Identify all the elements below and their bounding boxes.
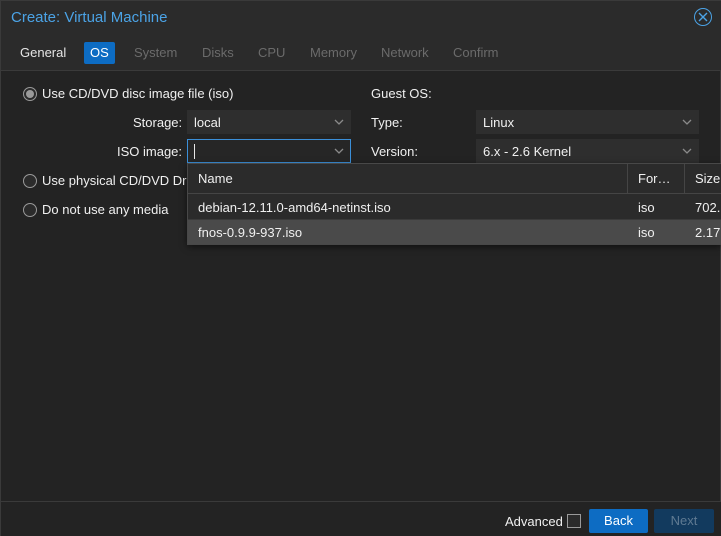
iso-media-radio[interactable] xyxy=(23,86,37,101)
tab-disks: Disks xyxy=(202,45,234,60)
tab-system: System xyxy=(134,45,178,60)
no-media-option[interactable]: Do not use any media xyxy=(23,202,168,217)
title-bar[interactable]: Create: Virtual Machine xyxy=(1,1,721,33)
iso-list-row-selected[interactable]: fnos-0.9.9-937.iso iso 2.17 xyxy=(188,220,721,244)
no-media-label: Do not use any media xyxy=(42,202,169,217)
physical-drive-option[interactable]: Use physical CD/DVD Dr xyxy=(23,173,186,188)
tab-network: Network xyxy=(381,45,429,60)
iso-image-select[interactable] xyxy=(187,139,351,163)
os-type-value: Linux xyxy=(483,115,515,130)
dialog-title: Create: Virtual Machine xyxy=(11,9,168,26)
column-header-size[interactable]: Size xyxy=(685,164,721,194)
os-version-value: 6.x - 2.6 Kernel xyxy=(483,144,572,159)
column-header-name[interactable]: Name xyxy=(188,164,628,194)
guest-os-heading: Guest OS: xyxy=(371,86,432,101)
iso-format: iso xyxy=(638,200,655,215)
os-type-select[interactable]: Linux xyxy=(476,110,699,134)
os-version-select[interactable]: 6.x - 2.6 Kernel xyxy=(476,139,699,163)
iso-size: 702. xyxy=(695,200,721,215)
next-button: Next xyxy=(654,509,714,533)
back-button[interactable]: Back xyxy=(589,509,648,533)
text-caret xyxy=(194,144,195,159)
iso-list-header: Name For… Size xyxy=(188,164,721,194)
os-version-label: Version: xyxy=(371,144,418,159)
iso-image-label: ISO image: xyxy=(117,144,183,159)
tab-memory: Memory xyxy=(310,45,357,60)
chevron-down-icon[interactable] xyxy=(682,118,692,126)
iso-media-label: Use CD/DVD disc image file (iso) xyxy=(42,86,234,101)
tab-general[interactable]: General xyxy=(14,42,72,64)
tab-cpu: CPU xyxy=(258,45,286,60)
storage-label: Storage: xyxy=(133,115,183,130)
chevron-down-icon[interactable] xyxy=(334,118,344,126)
advanced-label: Advanced xyxy=(505,514,563,529)
dialog-footer: Advanced Back Next xyxy=(1,501,721,536)
storage-value: local xyxy=(194,115,221,130)
storage-select[interactable]: local xyxy=(187,110,351,134)
tab-os[interactable]: OS xyxy=(84,42,115,64)
iso-dropdown-list[interactable]: Name For… Size debian-12.11.0-amd64-neti… xyxy=(187,163,721,245)
iso-media-option[interactable]: Use CD/DVD disc image file (iso) xyxy=(23,86,233,101)
iso-format: iso xyxy=(638,225,655,240)
close-icon[interactable] xyxy=(694,8,712,26)
iso-size: 2.17 xyxy=(695,225,721,240)
os-type-label: Type: xyxy=(371,115,403,130)
tab-confirm: Confirm xyxy=(453,45,499,60)
iso-name: debian-12.11.0-amd64-netinst.iso xyxy=(198,200,391,215)
chevron-down-icon[interactable] xyxy=(682,147,692,155)
no-media-radio[interactable] xyxy=(23,202,37,217)
advanced-checkbox[interactable] xyxy=(567,514,581,528)
wizard-tabs: General OS System Disks CPU Memory Netwo… xyxy=(1,33,721,71)
create-vm-dialog: Create: Virtual Machine General OS Syste… xyxy=(0,0,721,536)
iso-list-row[interactable]: debian-12.11.0-amd64-netinst.iso iso 702… xyxy=(188,195,721,220)
iso-name: fnos-0.9.9-937.iso xyxy=(198,225,303,240)
chevron-down-icon[interactable] xyxy=(334,147,344,155)
physical-drive-radio[interactable] xyxy=(23,173,37,188)
column-header-format[interactable]: For… xyxy=(628,164,685,194)
physical-drive-label: Use physical CD/DVD Dr xyxy=(42,173,187,188)
